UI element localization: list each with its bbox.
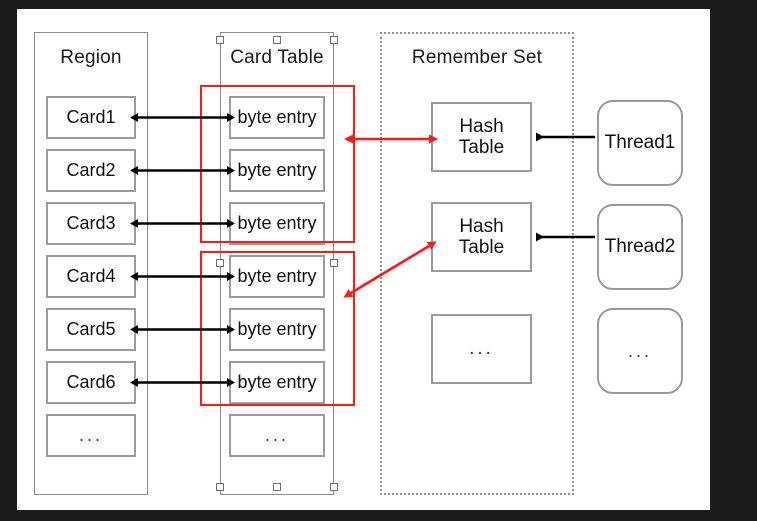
region-cell[interactable]: Card4	[46, 255, 136, 298]
thread-box[interactable]: Thread2	[597, 204, 683, 290]
thread-box-ellipsis[interactable]: ...	[597, 308, 683, 394]
selection-handle-middle-right[interactable]	[330, 259, 338, 267]
hash-table-entry-ellipsis[interactable]: ...	[431, 314, 532, 384]
selection-handle-middle-left[interactable]	[216, 259, 224, 267]
region-cell[interactable]: Card2	[46, 149, 136, 192]
hash-table-line2: Table	[458, 137, 505, 158]
region-title: Region	[60, 47, 122, 68]
selection-handle-bottom-center[interactable]	[273, 483, 281, 491]
hash-table-entry[interactable]: Hash Table	[431, 102, 532, 172]
thread-label: Thread1	[604, 132, 676, 153]
region-cell[interactable]: Card6	[46, 361, 136, 404]
ellipsis-label: ...	[627, 340, 652, 361]
selection-handle-top-right[interactable]	[330, 36, 338, 44]
region-cell-ellipsis[interactable]: ...	[46, 414, 136, 457]
card-table-title: Card Table	[230, 47, 324, 68]
selection-handle-top-left[interactable]	[216, 36, 224, 44]
diagram-canvas: Region Card1 Card2 Card3 Card4 Card5 Car…	[17, 9, 710, 510]
selection-handle-bottom-left[interactable]	[216, 483, 224, 491]
region-cell[interactable]: Card5	[46, 308, 136, 351]
thread-label: Thread2	[604, 236, 676, 257]
ellipsis-label: ...	[469, 338, 494, 360]
region-cell[interactable]: Card3	[46, 202, 136, 245]
card-table-cell-ellipsis[interactable]: ...	[229, 414, 325, 457]
selection-handle-top-center[interactable]	[273, 36, 281, 44]
hash-table-line1: Hash	[459, 215, 504, 237]
remember-set-title: Remember Set	[411, 47, 543, 68]
thread-box[interactable]: Thread1	[597, 100, 683, 186]
card-table-highlight-lower	[200, 251, 355, 406]
selection-handle-bottom-right[interactable]	[330, 483, 338, 491]
hash-table-line2: Table	[458, 237, 505, 258]
hash-table-line1: Hash	[459, 115, 504, 137]
hash-table-entry[interactable]: Hash Table	[431, 202, 532, 272]
card-table-highlight-upper	[200, 85, 355, 243]
region-cell[interactable]: Card1	[46, 96, 136, 139]
